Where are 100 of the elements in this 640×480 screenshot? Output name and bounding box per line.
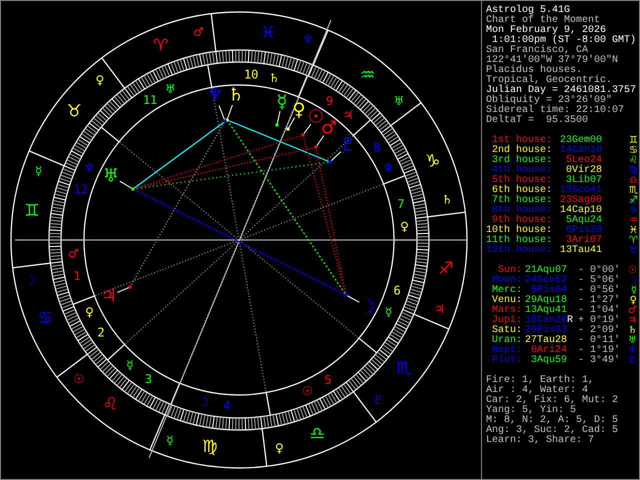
house-label: 8th house: xyxy=(492,206,552,216)
ruler-symbol: ♆ xyxy=(302,32,314,47)
house-number: 2 xyxy=(97,325,105,340)
zodiac-sign-symbol: ♍ xyxy=(202,436,218,457)
ruler-symbol: ♂ xyxy=(193,24,204,39)
ruler-symbol: ☉ xyxy=(302,384,313,398)
ruler-symbol: ♀ xyxy=(400,220,409,234)
planet-symbol: ♄ xyxy=(628,326,637,336)
house-position: 3Ari07 xyxy=(566,236,602,246)
house-label: 1st house: xyxy=(492,136,552,146)
planet-symbol: ♂ xyxy=(320,118,338,138)
house-number: 9 xyxy=(326,94,334,108)
ruler-symbol: ♇ xyxy=(372,393,384,407)
house-label: 6th house: xyxy=(492,186,552,196)
planet-symbol: ♂ xyxy=(628,306,637,316)
house-number: 5 xyxy=(324,373,332,388)
sign-symbol: ♓ xyxy=(629,226,638,236)
planet-pointer xyxy=(119,180,134,190)
planet-symbol: ♅ xyxy=(102,166,120,186)
chart-info-text: Chart of the Moment xyxy=(486,16,600,26)
ruler-symbol: ♂ xyxy=(68,246,79,260)
sign-symbol: ♑ xyxy=(629,206,638,216)
house-number: 7 xyxy=(397,196,405,211)
house-label: 7th house: xyxy=(492,196,552,206)
sign-symbol: ♋ xyxy=(629,146,638,156)
summary-text: Car: 2, Fix: 6, Mut: 2 xyxy=(486,396,618,406)
planet-position: 27Tau28 xyxy=(524,336,567,346)
chart-info-text: DeltaT = 95.3500 xyxy=(486,116,588,126)
summary-text: Air : 4, Water: 4 xyxy=(486,386,588,396)
house-number: 4 xyxy=(223,398,230,413)
summary-text: Yang: 5, Yin: 5 xyxy=(486,406,576,416)
house-number: 11 xyxy=(142,92,158,107)
house-label: 9th house: xyxy=(492,216,552,226)
planet-speed: - 2°09' xyxy=(578,326,620,336)
planet-symbol: ♅ xyxy=(628,336,637,346)
planet-symbol: ♃ xyxy=(100,286,118,306)
house-number: 10 xyxy=(244,67,258,82)
planet-name: Jupi: xyxy=(492,316,522,326)
house-position: 14Can10 xyxy=(560,146,602,156)
ruler-symbol: ♆ xyxy=(84,161,95,176)
summary-text: Learn: 3, Share: 7 xyxy=(486,436,594,446)
chart-info-text: Obliquity = 23°26'09" xyxy=(486,96,612,106)
house-position: 0Pis28 xyxy=(566,226,602,236)
planet-name: Sun: xyxy=(498,266,522,276)
planet-position: 3Aqu59 xyxy=(530,356,567,366)
house-label: 2nd house: xyxy=(492,146,552,156)
sign-symbol: ♉ xyxy=(629,246,638,256)
planet-pointer xyxy=(286,117,296,130)
planet-position: 29Aqu18 xyxy=(524,296,567,306)
ruler-symbol: ☿ xyxy=(384,304,392,319)
house-number: 12 xyxy=(74,182,88,197)
sign-symbol: ♌ xyxy=(629,156,638,166)
ruler-symbol: ♅ xyxy=(394,94,404,108)
zodiac-sign-symbol: ♒ xyxy=(360,65,376,86)
planet-symbol: ♇ xyxy=(628,356,637,366)
chart-info-text: 1:01:00pm (ST -8:00 GMT) xyxy=(492,36,636,46)
house-label: 11th house: xyxy=(486,236,552,246)
ruler-symbol: ♅ xyxy=(165,82,176,96)
zodiac-sign-symbol: ♑ xyxy=(425,152,440,172)
planet-speed: - 3°49' xyxy=(578,356,620,366)
planet-name: Nept: xyxy=(492,346,522,356)
planet-symbol: ♀ xyxy=(292,100,306,120)
zodiac-sign-symbol: ♉ xyxy=(66,101,82,122)
planet-position: 0Ari24 xyxy=(530,346,567,356)
planet-position: 13Aqu41 xyxy=(524,306,567,316)
ruler-symbol: ♄ xyxy=(268,70,280,85)
house-label: 5th house: xyxy=(492,176,552,186)
zodiac-sign-symbol: ♐ xyxy=(438,259,454,280)
sign-symbol: ♏ xyxy=(629,186,638,196)
planet-speed: - 1°04' xyxy=(578,306,620,316)
ruler-symbol: ☿ xyxy=(166,433,174,448)
ruler-symbol: ☿ xyxy=(126,358,134,372)
house-number: 3 xyxy=(144,372,152,386)
planet-name: Moon: xyxy=(492,276,522,286)
planet-name: Satu: xyxy=(492,326,522,336)
sign-symbol: ♍ xyxy=(629,166,638,176)
planet-symbol: ☿ xyxy=(276,92,288,112)
planet-symbol: ☽ xyxy=(628,276,637,286)
planet-symbol: ♄ xyxy=(228,84,244,106)
ruler-symbol: ☿ xyxy=(34,164,42,178)
zodiac-sign-symbol: ♓ xyxy=(260,23,276,44)
ruler-symbol: ♀ xyxy=(85,305,94,320)
planet-position: 24Sco53 xyxy=(524,276,567,286)
ruler-symbol: ♄ xyxy=(442,192,452,207)
planet-speed: + 0°19' xyxy=(578,316,620,326)
house-position: 5Leo24 xyxy=(566,156,602,166)
planet-symbol: ♆ xyxy=(206,84,224,106)
planet-pointer xyxy=(276,110,280,126)
house-position: 23Sag00 xyxy=(560,196,602,206)
retrograde-label: R xyxy=(567,315,574,326)
zodiac-sign-symbol: ♋ xyxy=(38,308,53,328)
planet-speed: - 1°27' xyxy=(578,296,620,306)
ruler-symbol: ♃ xyxy=(434,302,445,316)
planet-speed: - 5°06' xyxy=(578,276,620,286)
planet-symbol: ♃ xyxy=(628,316,637,326)
ruler-symbol: ☉ xyxy=(74,372,84,386)
planet-name: Venu: xyxy=(492,296,522,306)
house-label: 4th house: xyxy=(492,166,552,176)
house-position: 3Lib07 xyxy=(566,176,602,186)
house-position: 5Aqu24 xyxy=(566,216,602,226)
